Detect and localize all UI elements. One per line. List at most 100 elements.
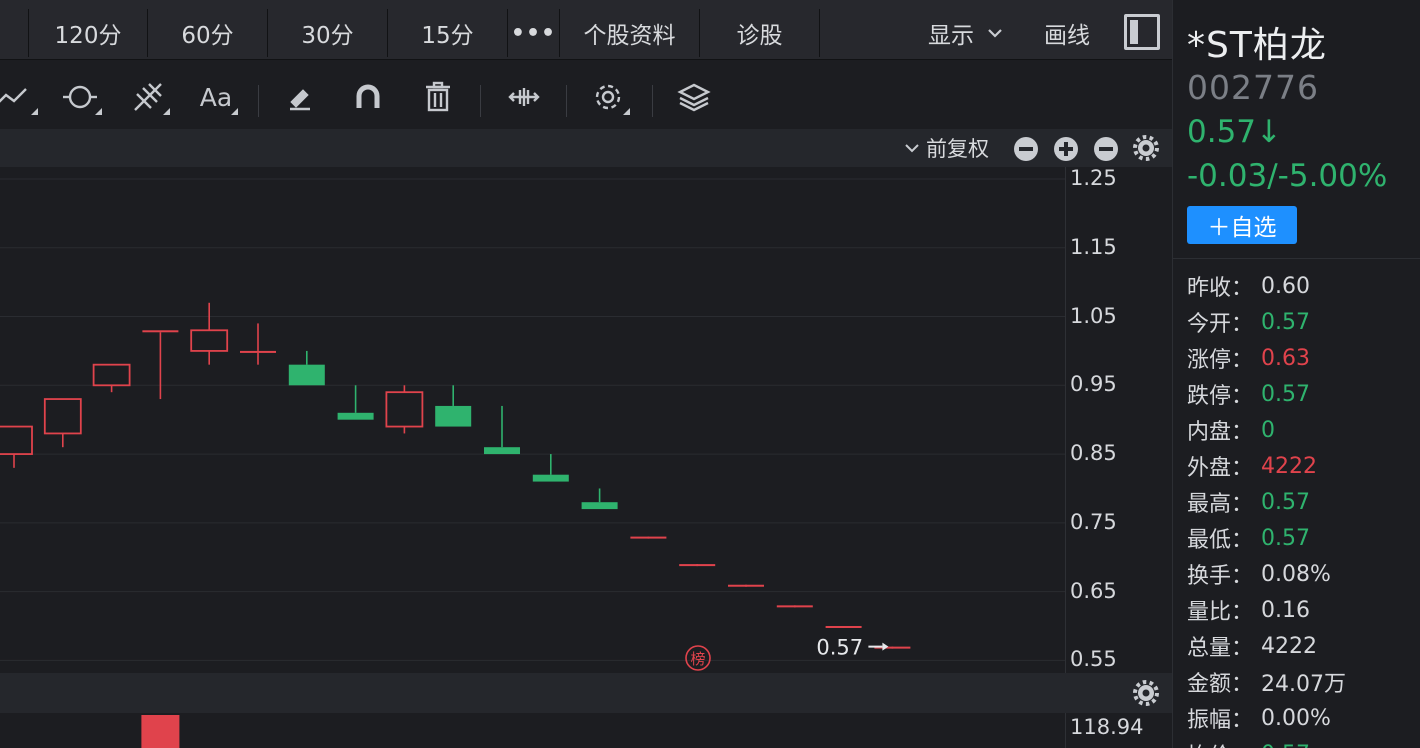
eraser-icon[interactable] — [280, 77, 320, 117]
quote-stat-row: 金额： 24.07万 — [1187, 664, 1417, 700]
stat-label: 均价： — [1187, 738, 1261, 748]
stock-name: *ST柏龙 — [1187, 25, 1327, 66]
ranking-badge-label: 榜 — [690, 650, 705, 668]
candle-body — [532, 474, 569, 482]
settings-icon[interactable] — [588, 77, 630, 117]
stat-value: 0.63 — [1261, 345, 1310, 371]
stock-code: 002776 — [1187, 68, 1319, 107]
candle-body — [288, 364, 325, 386]
panel-toggle-icon[interactable] — [1124, 14, 1160, 50]
y-tick-label: 1.05 — [1070, 303, 1117, 328]
stat-label: 外盘： — [1187, 456, 1254, 481]
line-tool-icon[interactable] — [0, 77, 38, 117]
stat-value: 0.57 — [1261, 489, 1310, 515]
text-tool-icon[interactable]: Aa — [196, 77, 238, 117]
volume-bar — [141, 715, 180, 748]
cycle-tool-icon[interactable] — [60, 77, 102, 117]
stat-value: 24.07万 — [1261, 672, 1346, 697]
period-tab-bar: 120分 60分 30分 15分 ••• 个股资料 诊股 显示 画线 — [0, 0, 1172, 60]
stat-value: 0.57 — [1261, 309, 1310, 335]
stat-label: 涨停： — [1187, 348, 1254, 373]
tab-stock-profile[interactable]: 个股资料 — [560, 9, 700, 57]
y-tick-label: 0.75 — [1070, 509, 1117, 534]
y-tick-label: 1.25 — [1070, 166, 1117, 190]
price-axis: 1.25 1.15 1.05 0.95 0.85 0.75 0.65 0.55 — [1065, 166, 1172, 673]
draw-line-button[interactable]: 画线 — [1044, 9, 1090, 57]
stat-value: 0.60 — [1261, 273, 1310, 299]
candle-body — [385, 391, 424, 428]
stat-value: 0.57 — [1261, 742, 1310, 748]
drawing-toolbar: Aa — [0, 61, 1172, 129]
candle-body — [435, 405, 472, 427]
chevron-down-icon — [988, 29, 1002, 38]
quote-stat-row: 量比： 0.16 — [1187, 592, 1417, 628]
stat-value: 4222 — [1261, 633, 1317, 659]
more-tabs-button[interactable]: ••• — [508, 9, 560, 57]
chart-header: 前复权 — [0, 129, 1172, 167]
candlestick-chart[interactable]: 0.57 榜 — [0, 167, 1065, 673]
quote-panel: *ST柏龙 002776 0.57↓ -0.03/-5.00% ＋自选 昨收： 0… — [1172, 0, 1420, 748]
stat-label: 内盘： — [1187, 420, 1254, 445]
last-price-tag: 0.57 — [816, 636, 863, 660]
candle-body — [43, 398, 82, 435]
stat-value: 0.08% — [1261, 561, 1331, 587]
last-price-arrow — [882, 642, 889, 651]
quote-stat-row: 内盘： 0 — [1187, 412, 1417, 448]
zoom-out-icon[interactable] — [1094, 137, 1118, 161]
trash-icon[interactable] — [418, 77, 458, 117]
volume-chart — [141, 715, 180, 748]
quote-stat-row: 跌停： 0.57 — [1187, 376, 1417, 412]
price-adjust-dropdown[interactable]: 前复权 — [904, 129, 989, 167]
candle-body — [776, 605, 813, 608]
quote-stat-row: 昨收： 0.60 — [1187, 268, 1417, 304]
quote-stat-row: 外盘： 4222 — [1187, 448, 1417, 484]
volume-settings-icon[interactable] — [1133, 680, 1159, 706]
stat-value: 0.57 — [1261, 525, 1310, 551]
quote-stat-row: 今开： 0.57 — [1187, 304, 1417, 340]
stat-label: 量比： — [1187, 600, 1254, 625]
candle-body — [190, 329, 229, 352]
quote-stat-row: 涨停： 0.63 — [1187, 340, 1417, 376]
magnet-icon[interactable] — [348, 77, 388, 117]
stat-value: 0.57 — [1261, 381, 1310, 407]
quote-stat-row: 最低： 0.57 — [1187, 520, 1417, 556]
add-watchlist-button[interactable]: ＋自选 — [1187, 206, 1297, 244]
stat-label: 换手： — [1187, 564, 1254, 589]
last-price: 0.57↓ — [1187, 114, 1282, 150]
stat-label: 跌停： — [1187, 384, 1254, 409]
toolbar-divider — [480, 85, 481, 117]
fib-tool-icon[interactable] — [128, 77, 170, 117]
y-tick-label: 1.15 — [1070, 234, 1117, 259]
stat-value: 0 — [1261, 417, 1275, 443]
candle-body — [142, 330, 179, 333]
candle-body — [825, 625, 862, 628]
collapse-icon[interactable] — [1014, 137, 1038, 161]
zoom-in-icon[interactable] — [1054, 137, 1078, 161]
stat-value: 0.00% — [1261, 705, 1331, 731]
tab-120min[interactable]: 120分 — [28, 9, 148, 57]
price-adjust-label: 前复权 — [926, 137, 989, 161]
volume-header — [0, 673, 1172, 713]
tab-30min[interactable]: 30分 — [268, 9, 388, 57]
toolbar-divider — [566, 85, 567, 117]
tab-stock-diagnosis[interactable]: 诊股 — [700, 9, 820, 57]
quote-stat-row: 均价：0.57 — [1187, 736, 1417, 748]
candle-body — [0, 425, 33, 455]
tab-60min[interactable]: 60分 — [148, 9, 268, 57]
candle-body — [728, 584, 764, 587]
stat-label: 总量： — [1187, 636, 1254, 661]
zoom-fit-icon[interactable] — [504, 77, 544, 117]
stat-label: 最高： — [1187, 492, 1254, 517]
stat-label: 振幅： — [1187, 708, 1254, 733]
candle-body — [240, 350, 276, 353]
divider — [1173, 258, 1420, 259]
candle-body — [484, 447, 520, 455]
display-dropdown[interactable]: 显示 — [928, 9, 1004, 57]
quote-stat-row: 总量： 4222 — [1187, 628, 1417, 664]
stat-label: 最低： — [1187, 528, 1254, 553]
chart-settings-icon[interactable] — [1133, 135, 1159, 161]
tab-15min[interactable]: 15分 — [388, 9, 508, 57]
quote-stat-row: 最高： 0.57 — [1187, 484, 1417, 520]
volume-axis-label: 118.94 — [1070, 715, 1144, 739]
layers-icon[interactable] — [674, 77, 714, 117]
